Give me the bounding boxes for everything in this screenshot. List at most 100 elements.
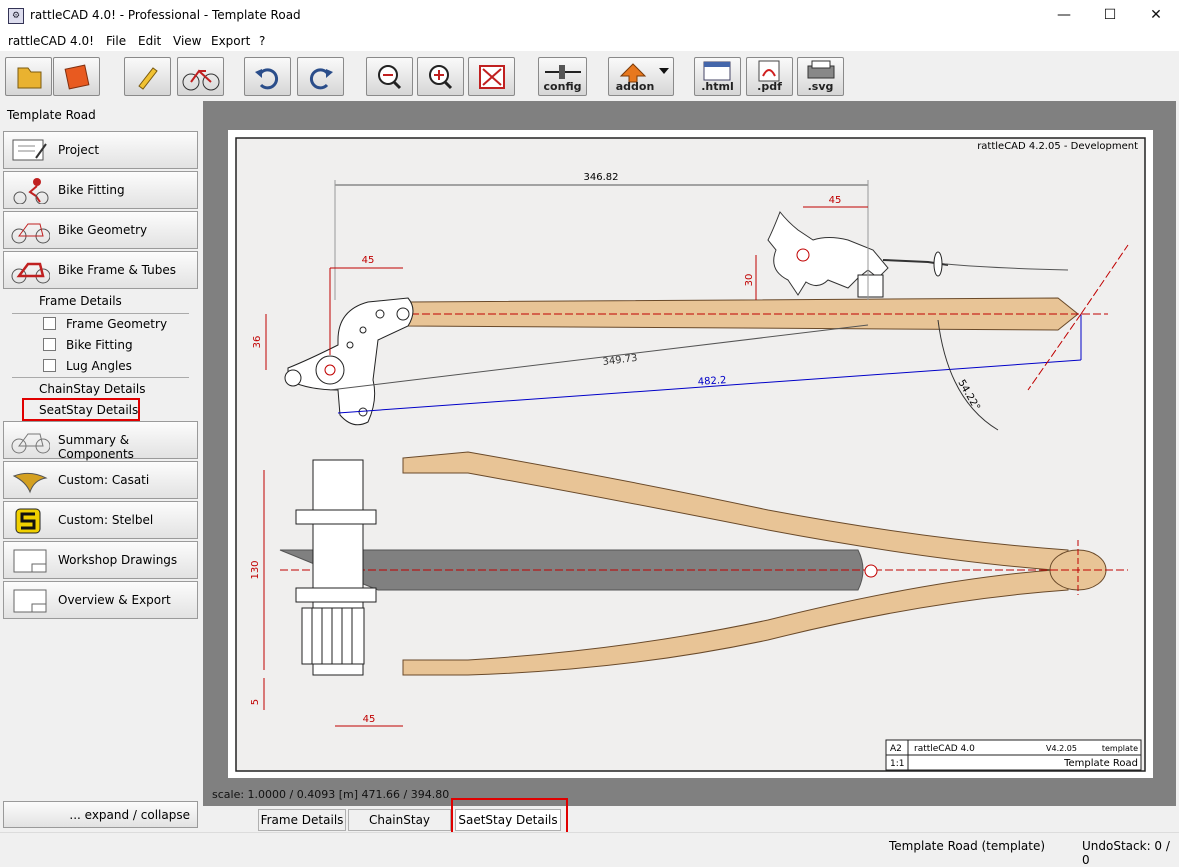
config-button[interactable]: config — [538, 57, 587, 96]
menu-help[interactable]: ? — [259, 34, 265, 48]
addon-button[interactable]: addon — [608, 57, 674, 96]
highlight-box — [451, 798, 568, 836]
open-button[interactable] — [5, 57, 52, 96]
nav-custom-casati[interactable]: Custom: Casati — [3, 461, 198, 499]
nav-overview-export[interactable]: Overview & Export — [3, 581, 198, 619]
chainstay-details-item[interactable]: ChainStay Details — [39, 382, 145, 396]
detail-tabs: Frame Details ChainStay Details SaetStay… — [203, 806, 1179, 847]
menu-view[interactable]: View — [173, 34, 201, 48]
nav-bike-geometry[interactable]: Bike Geometry — [3, 211, 198, 249]
app-icon: ⚙ — [8, 8, 24, 24]
nav-summary-label: Summary & Components — [58, 433, 134, 461]
html-label: .html — [701, 80, 734, 93]
redo-button[interactable] — [297, 57, 344, 96]
export-html-button[interactable]: .html — [694, 57, 741, 96]
lug-angles-label: Lug Angles — [66, 359, 132, 373]
status-undo: UndoStack: 0 / 0 — [1082, 839, 1170, 867]
save-button[interactable] — [53, 57, 100, 96]
bike-fitting-checkbox[interactable] — [43, 338, 56, 351]
export-svg-button[interactable]: .svg — [797, 57, 844, 96]
nav-project[interactable]: Project — [3, 131, 198, 169]
project-title: Template Road — [7, 108, 96, 122]
drawing-header: rattleCAD 4.2.05 - Development — [977, 141, 1138, 152]
tb-kind: template — [1102, 744, 1138, 753]
nav-bike-fitting[interactable]: Bike Fitting — [3, 171, 198, 209]
zoom-in-icon — [429, 65, 453, 90]
nav-bike-fitting-label: Bike Fitting — [58, 183, 125, 197]
menu-app[interactable]: rattleCAD 4.0! — [8, 34, 94, 48]
tb-app: rattleCAD 4.0 — [914, 744, 975, 754]
zoom-in-button[interactable] — [417, 57, 464, 96]
dim-36: 36 — [252, 336, 263, 349]
close-button[interactable]: ✕ — [1133, 0, 1179, 31]
dim-5: 5 — [250, 699, 261, 705]
tb-name: Template Road — [1063, 758, 1138, 769]
frame-details-item[interactable]: Frame Details — [39, 294, 122, 308]
open-folder-icon — [17, 67, 42, 89]
tab-chainstay-details[interactable]: ChainStay Details — [348, 809, 451, 847]
expand-collapse-label: ... expand / collapse — [69, 808, 190, 822]
tab-frame-details[interactable]: Frame Details — [258, 809, 346, 831]
stelbel-logo-icon — [15, 508, 41, 534]
drawing-sheet-icon — [13, 549, 47, 573]
menu-edit[interactable]: Edit — [138, 34, 161, 48]
nav-casati-label: Custom: Casati — [58, 473, 150, 487]
menu-file[interactable]: File — [106, 34, 126, 48]
tb-version: V4.2.05 — [1046, 744, 1077, 753]
expand-collapse-button[interactable]: ... expand / collapse — [3, 801, 198, 828]
svg-label: .svg — [807, 80, 834, 93]
frame-geometry-checkbox[interactable] — [43, 317, 56, 330]
left-panel: Template Road Project Bike Fitting Bike … — [0, 101, 201, 831]
drawing-sheet-icon — [13, 589, 47, 613]
dim-45-top: 45 — [829, 195, 842, 206]
nav-summary-components[interactable]: Summary & Components — [3, 421, 198, 461]
sheet-border — [235, 137, 1146, 772]
dim-45-bottom: 45 — [363, 714, 376, 725]
window-title: rattleCAD 4.0! - Professional - Template… — [30, 8, 301, 22]
components-icon — [11, 433, 50, 454]
undo-icon — [255, 68, 279, 90]
nav-overview-label: Overview & Export — [58, 593, 171, 607]
minimize-button[interactable]: — — [1041, 0, 1087, 31]
nav-workshop-drawings[interactable]: Workshop Drawings — [3, 541, 198, 579]
nav-project-label: Project — [58, 143, 100, 157]
maximize-button[interactable]: ☐ — [1087, 0, 1133, 31]
rider-icon — [13, 178, 49, 204]
fit-window-icon — [479, 65, 505, 89]
dim-30: 30 — [744, 274, 755, 287]
separator — [12, 313, 189, 314]
fit-button[interactable] — [468, 57, 515, 96]
bike-icon — [182, 69, 220, 91]
edit-button[interactable] — [124, 57, 171, 96]
lug-angles-checkbox[interactable] — [43, 359, 56, 372]
menu-bar: rattleCAD 4.0! File Edit View Export ? — [0, 31, 1179, 51]
menu-export[interactable]: Export — [211, 34, 250, 48]
geometry-icon — [11, 223, 50, 244]
redo-icon — [309, 68, 333, 90]
axle-center — [324, 364, 336, 376]
nav-custom-stelbel[interactable]: Custom: Stelbel — [3, 501, 198, 539]
drawing-canvas[interactable]: rattleCAD 4.2.05 - Development 346.82 45… — [203, 101, 1176, 806]
cad-drawing: rattleCAD 4.2.05 - Development 346.82 45… — [235, 137, 1146, 772]
export-pdf-button[interactable]: .pdf — [746, 57, 793, 96]
status-bar: Template Road (template) UndoStack: 0 / … — [0, 832, 1179, 867]
derailleur-hanger — [284, 369, 302, 387]
frame-geometry-label: Frame Geometry — [66, 317, 168, 331]
nav-frame-tubes[interactable]: Bike Frame & Tubes — [3, 251, 198, 289]
scale-readout: scale: 1.0000 / 0.4093 [m] 471.66 / 394.… — [212, 788, 450, 801]
title-bar: ⚙ rattleCAD 4.0! - Professional - Templa… — [0, 0, 1179, 32]
nav-workshop-label: Workshop Drawings — [58, 553, 178, 567]
dim-482: 482.2 — [697, 375, 726, 388]
eyelet — [396, 307, 410, 321]
zoom-out-button[interactable] — [366, 57, 413, 96]
casati-logo-icon — [12, 472, 48, 494]
undo-button[interactable] — [244, 57, 291, 96]
project-icon — [12, 139, 47, 161]
nav-stelbel-label: Custom: Stelbel — [58, 513, 154, 527]
drawing-sheet: rattleCAD 4.2.05 - Development 346.82 45… — [228, 130, 1153, 778]
pencil-icon — [138, 67, 158, 90]
bike-settings-button[interactable] — [177, 57, 224, 96]
tb-scale: 1:1 — [890, 759, 904, 769]
dim-130: 130 — [250, 560, 261, 579]
bike-fitting-check-label: Bike Fitting — [66, 338, 133, 352]
